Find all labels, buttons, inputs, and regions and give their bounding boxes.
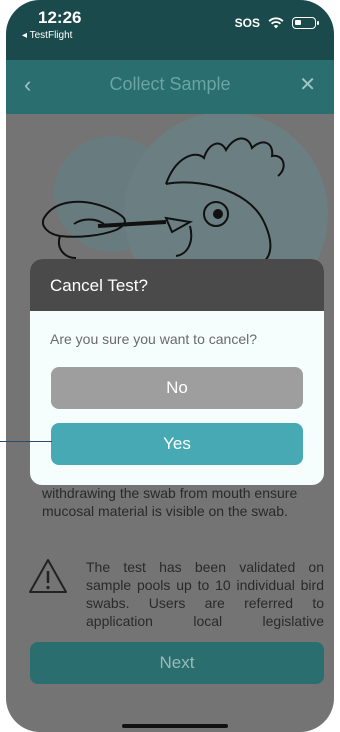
page-title: Collect Sample xyxy=(109,74,231,94)
close-icon[interactable]: ✕ xyxy=(299,72,316,97)
warning-text: The test has been validated on sample po… xyxy=(86,559,324,632)
yes-button[interactable]: Yes xyxy=(51,423,303,465)
wifi-icon xyxy=(268,17,284,29)
phone-screen: 12:26 ◂ TestFlight SOS ‹ Collect Sample … xyxy=(6,0,334,732)
pointer-line xyxy=(0,441,52,442)
sos-indicator: SOS xyxy=(234,16,260,30)
dialog-message: Are you sure you want to cancel? xyxy=(50,331,258,347)
status-time: 12:26 xyxy=(38,8,82,27)
battery-icon xyxy=(292,17,319,29)
home-indicator[interactable] xyxy=(122,724,228,728)
dialog-title: Cancel Test? xyxy=(30,259,324,311)
instruction-text: withdrawing the swab from mouth ensure m… xyxy=(42,485,298,519)
chicken-swab-illustration xyxy=(42,114,328,264)
status-icons: SOS xyxy=(234,16,319,30)
back-to-testflight-link[interactable]: ◂ TestFlight xyxy=(22,30,72,41)
next-button[interactable]: Next xyxy=(30,642,324,684)
no-button[interactable]: No xyxy=(51,367,303,409)
cancel-test-dialog: Cancel Test? Are you sure you want to ca… xyxy=(30,259,324,485)
nav-bar: ‹ Collect Sample ✕ xyxy=(6,60,334,114)
status-bar: 12:26 ◂ TestFlight SOS xyxy=(6,0,334,60)
warning-icon xyxy=(29,559,67,593)
